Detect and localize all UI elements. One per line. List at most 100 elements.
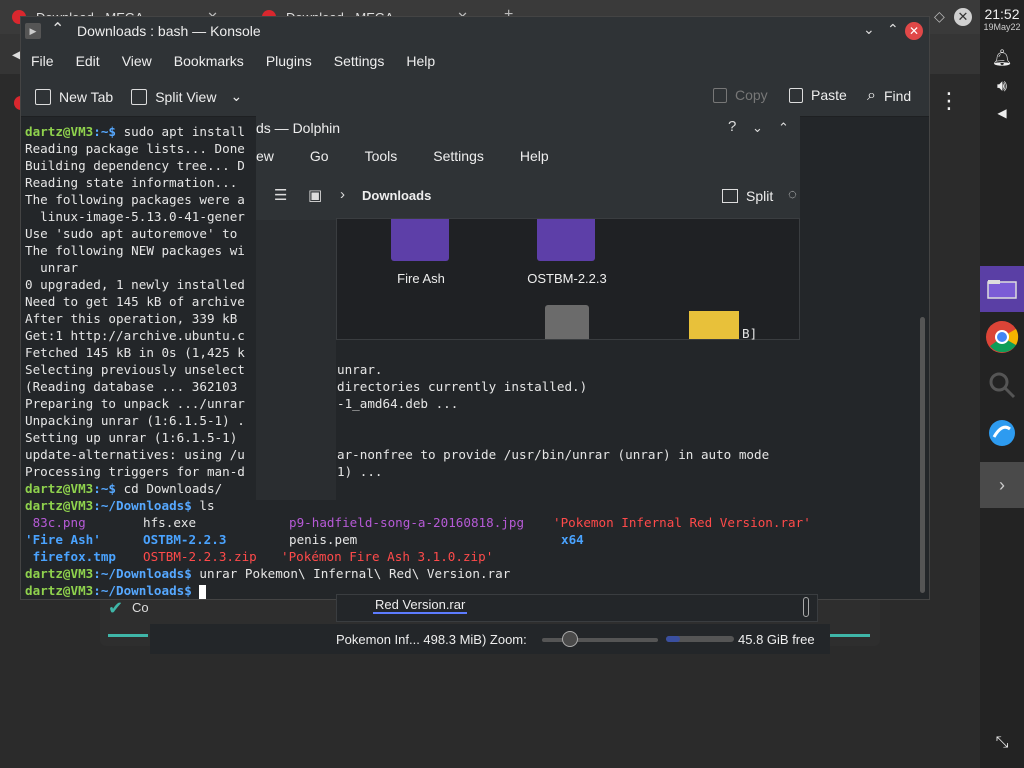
zoom-handle[interactable]: [561, 631, 578, 647]
window-title: ds — Dolphin: [256, 120, 341, 136]
chevron-right-icon[interactable]: ›: [980, 462, 1024, 508]
command-text: cd Downloads/: [123, 481, 223, 496]
download-label: Co: [132, 600, 149, 615]
menu-settings[interactable]: Settings: [334, 53, 385, 69]
terminal-line: update-alternatives: using /u: [25, 447, 245, 462]
terminal-line: Need to get 145 kB of archive: [25, 294, 245, 309]
archive-icon[interactable]: [689, 311, 739, 339]
prompt-user: dartz@VM3: [25, 481, 94, 496]
kebab-menu-icon[interactable]: ⋮: [938, 88, 960, 114]
maximize-icon[interactable]: ⌃: [887, 21, 899, 38]
new-tab-button[interactable]: New Tab: [35, 88, 113, 105]
pin-icon[interactable]: ⌃: [51, 19, 64, 39]
selected-filename[interactable]: Red Version.rar: [373, 597, 468, 614]
prompt-user: dartz@VM3: [25, 583, 94, 598]
selected-file-row[interactable]: Red Version.rar: [336, 594, 818, 622]
clock-date: 19May22: [983, 22, 1021, 32]
terminal-line: sudo apt install: [123, 124, 245, 139]
close-button[interactable]: ✕: [905, 22, 923, 40]
split-view-icon: [131, 88, 148, 105]
folder-icon[interactable]: [537, 219, 595, 261]
clock[interactable]: 21:52 19May22: [980, 6, 1024, 32]
prompt-path: :~/Downloads$: [93, 566, 200, 581]
terminal-line: Reading package lists... Done: [25, 141, 245, 156]
menu-plugins[interactable]: Plugins: [266, 53, 312, 69]
list-view-icon[interactable]: ☰: [274, 186, 287, 204]
menu-go[interactable]: Go: [310, 148, 329, 164]
scrollbar[interactable]: [803, 597, 809, 617]
terminal-line: Reading state information...: [25, 175, 238, 190]
status-bar: Pokemon Inf... 498.3 MiB) Zoom: 45.8 GiB…: [150, 624, 830, 654]
copy-button[interactable]: Copy: [713, 87, 768, 103]
terminal-line: unrar.: [337, 362, 383, 377]
menu-tools[interactable]: Tools: [365, 148, 398, 164]
menu-view[interactable]: View: [122, 53, 152, 69]
find-button[interactable]: ⌕ Find: [867, 87, 911, 105]
zoom-slider[interactable]: [542, 631, 658, 647]
move-icon[interactable]: ⤡: [980, 734, 1024, 752]
prompt-path: :~$: [93, 481, 124, 496]
window-title: Downloads : bash — Konsole: [77, 23, 261, 39]
minimize-icon[interactable]: ⌄: [752, 120, 763, 136]
menu-view[interactable]: ew: [256, 148, 274, 164]
progress-bar: [108, 634, 148, 637]
terminal-line: Building dependency tree... D: [25, 158, 245, 173]
folder-icon[interactable]: [391, 219, 449, 261]
file-label[interactable]: Fire Ash: [361, 271, 481, 286]
maximize-icon[interactable]: ⌃: [778, 120, 789, 136]
menu-settings[interactable]: Settings: [433, 148, 484, 164]
executable-icon[interactable]: [545, 305, 589, 339]
menu-file[interactable]: File: [31, 53, 54, 69]
bell-icon[interactable]: 🔔︎: [980, 48, 1024, 68]
ls-entry: penis.pem: [289, 532, 358, 547]
file-label[interactable]: OSTBM-2.2.3: [507, 271, 627, 286]
menu-bookmarks[interactable]: Bookmarks: [174, 53, 244, 69]
ls-entry: OSTBM-2.2.3: [143, 532, 227, 547]
ls-entry: 'Pokemon Infernal Red Version.rar': [553, 515, 811, 530]
terminal-line: Processing triggers for man-d: [25, 464, 245, 479]
chrome-icon[interactable]: [980, 314, 1024, 360]
chevron-right-icon[interactable]: ›: [340, 186, 345, 203]
settings-diamond-icon[interactable]: ◇: [934, 8, 945, 25]
search-icon[interactable]: ◌: [788, 186, 797, 203]
paste-button[interactable]: Paste: [789, 87, 847, 103]
terminal-line: Preparing to unpack .../unrar: [25, 396, 245, 411]
dolphin-window: ds — Dolphin ? ⌄ ⌃ ew Go Tools Settings …: [256, 114, 800, 220]
split-view-button[interactable]: Split View ⌄: [131, 88, 242, 105]
menu-edit[interactable]: Edit: [76, 53, 100, 69]
split-button[interactable]: Split: [722, 188, 773, 204]
menu-bar: File Edit View Bookmarks Plugins Setting…: [21, 45, 929, 77]
free-space-bar: [666, 636, 734, 642]
terminal-line: Unpacking unrar (1:6.1.5-1) .: [25, 413, 245, 428]
terminal-line: ar-nonfree to provide /usr/bin/unrar (un…: [337, 447, 770, 462]
prompt-user: dartz@VM3: [25, 124, 94, 139]
collapse-arrow-icon[interactable]: ◀: [980, 106, 1024, 120]
split-view-label: Split View: [155, 88, 217, 105]
paste-icon: [789, 87, 803, 103]
check-icon: ✔: [108, 598, 124, 618]
help-icon[interactable]: ?: [728, 118, 736, 135]
menu-help[interactable]: Help: [406, 53, 435, 69]
breadcrumb[interactable]: Downloads: [362, 188, 431, 203]
split-icon: [722, 189, 738, 203]
menu-help[interactable]: Help: [520, 148, 549, 164]
app-icon[interactable]: [980, 410, 1024, 456]
file-view[interactable]: Fire Ash OSTBM-2.2.3: [336, 218, 800, 340]
terminal-line: Get:1 http://archive.ubuntu.c: [25, 328, 245, 343]
terminal-line: Setting up unrar (1:6.1.5-1): [25, 430, 238, 445]
minimize-icon[interactable]: ⌄: [863, 21, 875, 38]
grid-view-icon[interactable]: ▣: [308, 186, 322, 204]
scrollbar[interactable]: [920, 317, 925, 593]
search-icon: ⌕: [867, 87, 876, 104]
search-icon[interactable]: [980, 362, 1024, 408]
ls-entry: p9-hadfield-song-a-20160818.jpg: [289, 515, 525, 530]
terminal-icon: ▶: [25, 23, 41, 39]
chevron-down-icon: ⌄: [230, 88, 243, 104]
ls-entry: OSTBM-2.2.3.zip: [143, 549, 257, 564]
close-icon[interactable]: ✕: [954, 8, 972, 26]
command-text: ls: [199, 498, 215, 513]
terminal-line: unrar: [25, 260, 79, 275]
terminal-line: The following packages were a: [25, 192, 245, 207]
volume-icon[interactable]: 🔊︎: [980, 78, 1024, 96]
files-icon[interactable]: [980, 266, 1024, 312]
